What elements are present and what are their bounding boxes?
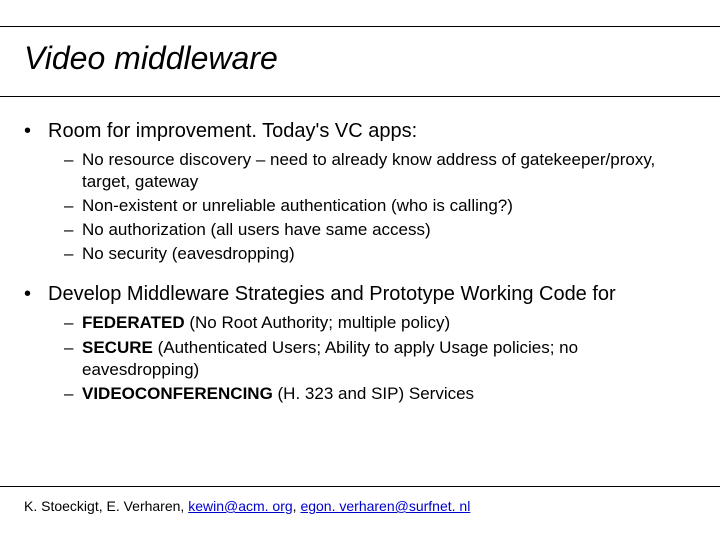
sub-text: FEDERATED (No Root Authority; multiple p… xyxy=(82,312,696,334)
dash-icon: – xyxy=(64,149,82,193)
page-title: Video middleware xyxy=(24,40,278,77)
sub-bullet: – SECURE (Authenticated Users; Ability t… xyxy=(64,337,696,381)
sub-text: No authorization (all users have same ac… xyxy=(82,219,696,241)
dash-icon: – xyxy=(64,337,82,381)
dash-icon: – xyxy=(64,219,82,241)
bullet-1: • Room for improvement. Today's VC apps: xyxy=(24,120,696,143)
footer-names: K. Stoeckigt, E. Verharen, xyxy=(24,498,188,514)
sub-text: No resource discovery – need to already … xyxy=(82,149,696,193)
sublist-1: – No resource discovery – need to alread… xyxy=(64,149,696,265)
sub-bullet: – Non-existent or unreliable authenticat… xyxy=(64,195,696,217)
footer-email-1[interactable]: kewin@acm. org xyxy=(188,498,292,514)
rule-bottom xyxy=(0,486,720,487)
bullet-text: Develop Middleware Strategies and Protot… xyxy=(48,283,696,306)
sub-bullet: – VIDEOCONFERENCING (H. 323 and SIP) Ser… xyxy=(64,383,696,405)
dash-icon: – xyxy=(64,243,82,265)
dash-icon: – xyxy=(64,383,82,405)
bullet-dot: • xyxy=(24,283,48,306)
bullet-text: Room for improvement. Today's VC apps: xyxy=(48,120,696,143)
bullet-2: • Develop Middleware Strategies and Prot… xyxy=(24,283,696,306)
bullet-dot: • xyxy=(24,120,48,143)
dash-icon: – xyxy=(64,195,82,217)
sub-bullet: – FEDERATED (No Root Authority; multiple… xyxy=(64,312,696,334)
footer: K. Stoeckigt, E. Verharen, kewin@acm. or… xyxy=(24,498,470,514)
sublist-2: – FEDERATED (No Root Authority; multiple… xyxy=(64,312,696,404)
rule-top xyxy=(0,26,720,27)
sub-text: No security (eavesdropping) xyxy=(82,243,696,265)
footer-email-2[interactable]: egon. verharen@surfnet. nl xyxy=(300,498,470,514)
dash-icon: – xyxy=(64,312,82,334)
rule-under-title xyxy=(0,96,720,97)
sub-bullet: – No authorization (all users have same … xyxy=(64,219,696,241)
sub-bullet: – No resource discovery – need to alread… xyxy=(64,149,696,193)
sub-text: Non-existent or unreliable authenticatio… xyxy=(82,195,696,217)
sub-text: SECURE (Authenticated Users; Ability to … xyxy=(82,337,696,381)
sub-bullet: – No security (eavesdropping) xyxy=(64,243,696,265)
content-area: • Room for improvement. Today's VC apps:… xyxy=(24,120,696,423)
sub-text: VIDEOCONFERENCING (H. 323 and SIP) Servi… xyxy=(82,383,696,405)
